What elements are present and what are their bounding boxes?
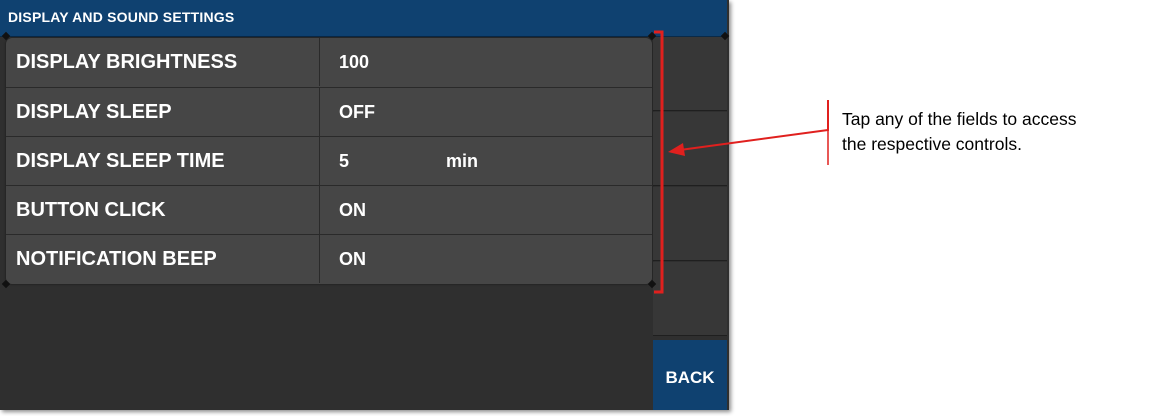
annotation-bracket xyxy=(654,30,664,294)
annotation-leader-line xyxy=(679,100,829,151)
annotation-text: Tap any of the fields to access the resp… xyxy=(842,109,1077,154)
annotation-callout xyxy=(654,30,829,294)
annotation-arrowhead xyxy=(668,143,685,156)
